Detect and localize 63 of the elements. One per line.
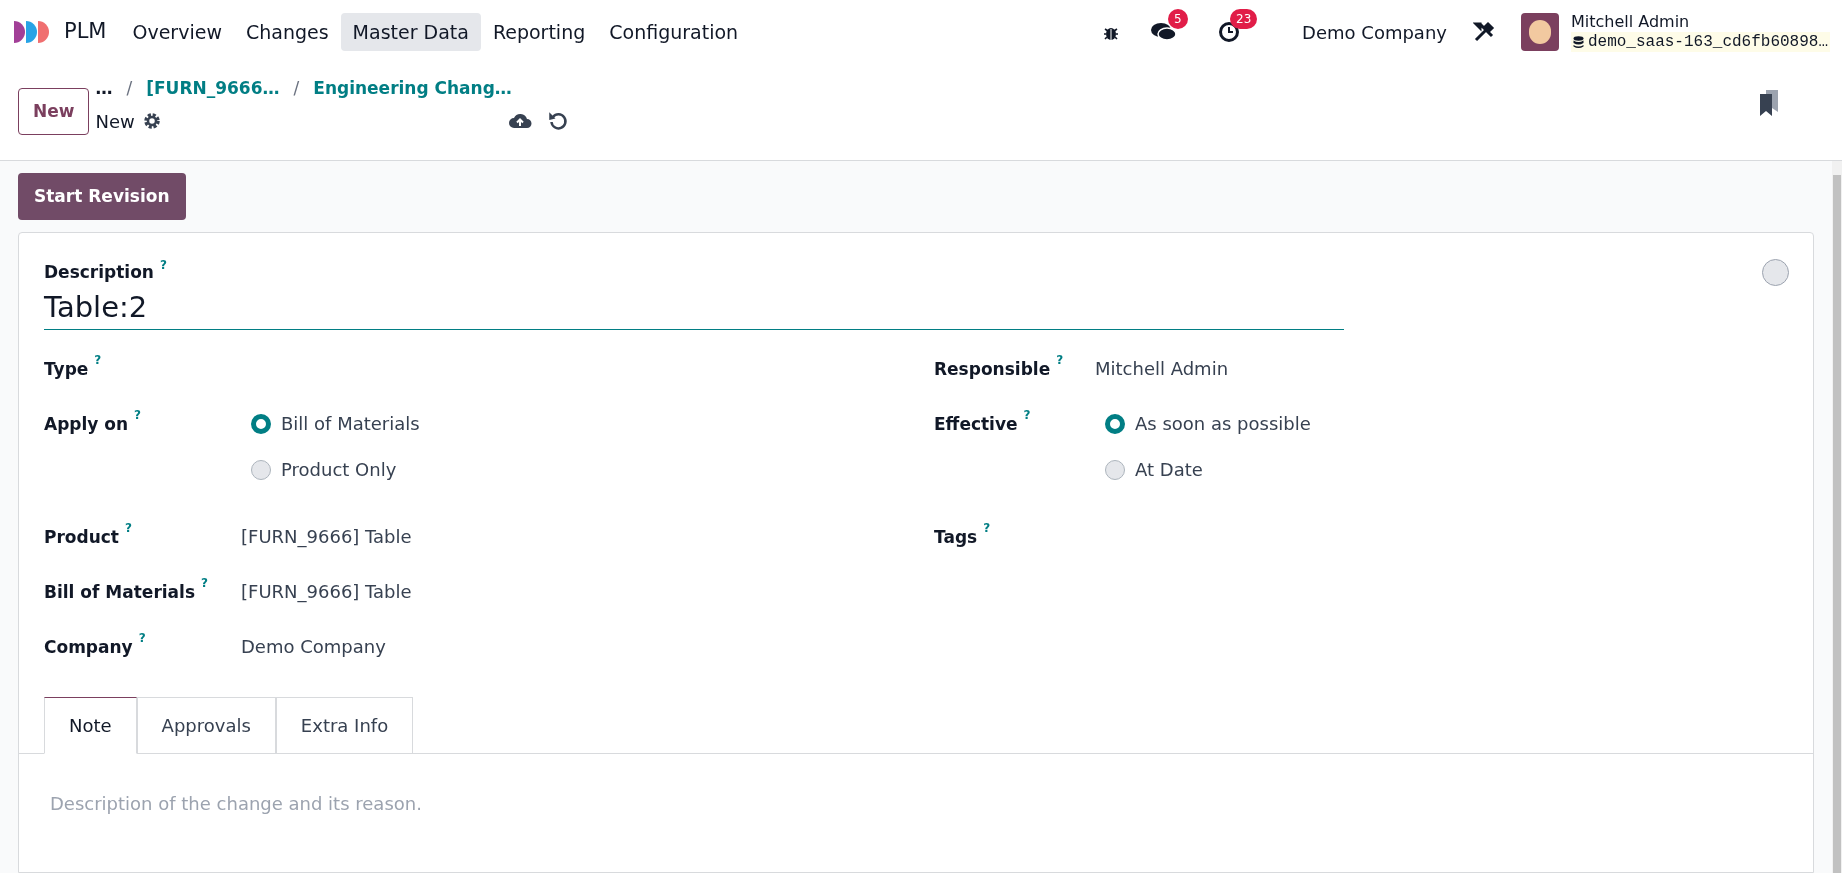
scrollbar[interactable] xyxy=(1832,161,1842,873)
radio-label[interactable]: Product Only xyxy=(281,457,397,483)
breadcrumb-link[interactable]: Engineering Chang… xyxy=(313,76,512,102)
help-mark[interactable]: ? xyxy=(983,522,991,534)
field-value[interactable]: [FURN_9666] Table xyxy=(241,524,412,550)
field-label: Apply on xyxy=(44,413,129,436)
breadcrumb-link[interactable]: … xyxy=(95,76,113,102)
breadcrumb-separator: / xyxy=(293,77,300,100)
discard-icon[interactable] xyxy=(547,111,568,131)
radio-button[interactable] xyxy=(251,414,271,434)
field-value[interactable]: [FURN_9666] Table xyxy=(241,579,412,605)
field-label: Tags xyxy=(934,526,978,549)
field-value[interactable]: Mitchell Admin xyxy=(1095,356,1229,382)
chat-icon[interactable] xyxy=(1150,21,1179,43)
radio-label[interactable]: At Date xyxy=(1135,457,1203,483)
app-name[interactable]: PLM xyxy=(64,16,107,48)
menu-item[interactable]: Configuration xyxy=(597,13,751,51)
radio-label[interactable]: Bill of Materials xyxy=(281,411,420,437)
menu-item[interactable]: Overview xyxy=(120,13,234,51)
new-button[interactable]: New xyxy=(18,88,90,135)
record-name: New xyxy=(95,109,135,134)
breadcrumb-separator: / xyxy=(126,77,133,100)
radio-button[interactable] xyxy=(1105,460,1125,480)
activity-count-badge: 23 xyxy=(1230,9,1258,29)
field-label: Bill of Materials xyxy=(44,581,196,604)
bookmark-icon[interactable] xyxy=(1758,90,1780,118)
breadcrumb-link[interactable]: [FURN_9666… xyxy=(146,76,280,102)
field-label: Company xyxy=(44,636,133,659)
field-label: Effective xyxy=(934,413,1018,436)
help-mark[interactable]: ? xyxy=(125,522,132,534)
form-tab[interactable]: Approvals xyxy=(136,697,276,754)
radio-button[interactable] xyxy=(251,460,271,480)
database-name: demo_saas-163_cd6fb60898… xyxy=(1587,32,1828,52)
tools-icon[interactable] xyxy=(1472,21,1495,43)
help-mark[interactable]: ? xyxy=(1023,409,1031,421)
field-value[interactable]: Demo Company xyxy=(241,634,386,660)
gear-icon[interactable] xyxy=(142,112,161,130)
user-name[interactable]: Mitchell Admin xyxy=(1570,12,1830,32)
user-avatar[interactable] xyxy=(1520,13,1559,51)
help-mark[interactable]: ? xyxy=(201,577,208,589)
menu-item[interactable]: Master Data xyxy=(340,13,481,51)
menu-item[interactable]: Changes xyxy=(233,13,341,51)
field-label: Description xyxy=(44,261,154,283)
message-count-badge: 5 xyxy=(1168,9,1188,29)
field-label: Product xyxy=(44,526,119,549)
field-label: Responsible xyxy=(934,358,1051,381)
help-mark[interactable]: ? xyxy=(94,354,102,366)
database-icon xyxy=(1572,35,1584,49)
field-label: Type xyxy=(44,358,89,381)
help-mark[interactable]: ? xyxy=(1056,354,1064,366)
clock-icon[interactable] xyxy=(1218,21,1241,43)
help-mark[interactable]: ? xyxy=(138,632,146,644)
start-revision-button[interactable]: Start Revision xyxy=(18,173,186,220)
company-switcher[interactable]: Demo Company xyxy=(1302,18,1447,46)
radio-button[interactable] xyxy=(1105,414,1125,434)
help-mark[interactable]: ? xyxy=(159,259,167,271)
help-mark[interactable]: ? xyxy=(134,409,142,421)
cloud-upload-icon[interactable] xyxy=(507,112,532,130)
description-input[interactable]: Table:2 xyxy=(44,285,1344,330)
form-tab[interactable]: Note xyxy=(44,697,137,754)
radio-label[interactable]: As soon as possible xyxy=(1135,411,1311,437)
form-tab[interactable]: Extra Info xyxy=(275,697,414,754)
menu-item[interactable]: Reporting xyxy=(480,13,598,51)
